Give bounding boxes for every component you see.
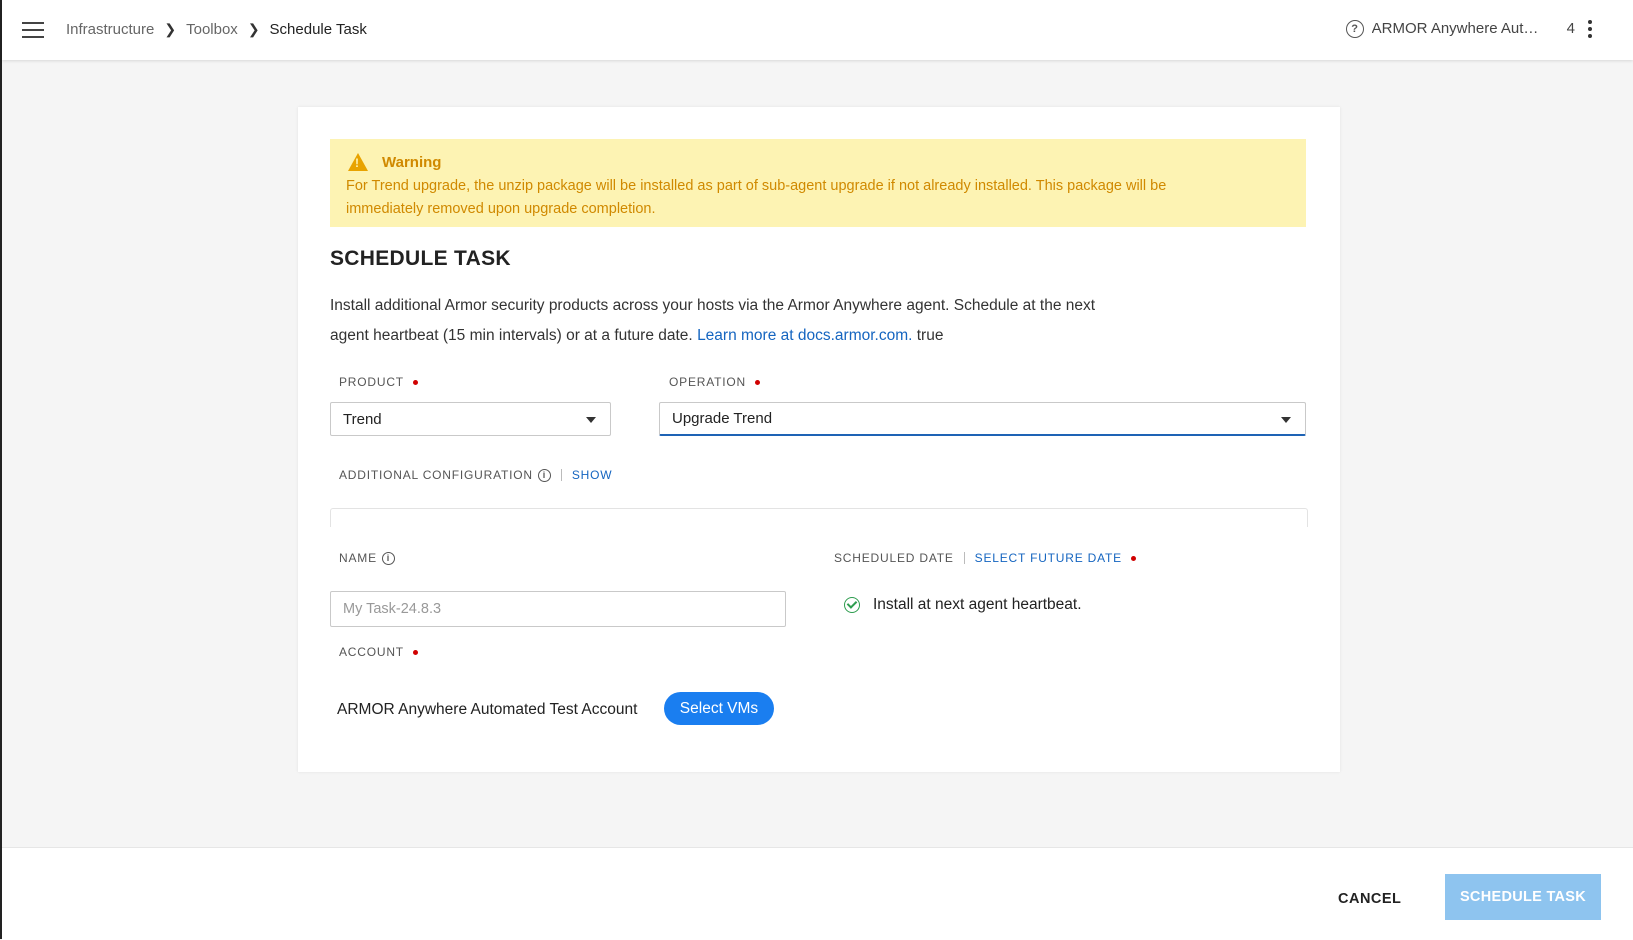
- name-label: NAME i: [339, 551, 395, 565]
- chevron-right-icon: ❯: [247, 21, 260, 37]
- operation-label-text: OPERATION: [669, 375, 746, 389]
- header-right: ? ARMOR Anywhere Automated Test Account …: [1345, 18, 1593, 39]
- breadcrumb-toolbox[interactable]: Toolbox: [186, 21, 238, 38]
- breadcrumb-infrastructure[interactable]: Infrastructure: [66, 21, 154, 38]
- notification-count[interactable]: 4: [1567, 20, 1575, 37]
- product-label-text: PRODUCT: [339, 375, 404, 389]
- required-indicator: [755, 379, 760, 385]
- additional-config-label-text: ADDITIONAL CONFIGURATION: [339, 468, 533, 482]
- hamburger-menu-icon[interactable]: [22, 22, 44, 38]
- task-name-input[interactable]: [330, 591, 786, 627]
- operation-select[interactable]: Upgrade Trend: [659, 402, 1306, 436]
- select-vms-button[interactable]: Select VMs: [664, 692, 774, 725]
- breadcrumb: Infrastructure ❯ Toolbox ❯ Schedule Task: [66, 21, 367, 38]
- check-circle-icon: [844, 597, 860, 613]
- schedule-task-button[interactable]: SCHEDULE TASK: [1445, 874, 1601, 920]
- footer-bar: CANCEL SCHEDULE TASK: [2, 847, 1633, 940]
- required-indicator: [412, 649, 418, 655]
- warning-icon: [348, 153, 368, 171]
- product-label: PRODUCT: [339, 375, 418, 389]
- warning-title: Warning: [348, 153, 441, 171]
- dropdown-caret-icon: [586, 417, 596, 423]
- schedule-task-card: Warning For Trend upgrade, the unzip pac…: [298, 107, 1340, 772]
- account-label: ACCOUNT: [339, 645, 418, 659]
- breadcrumb-current: Schedule Task: [269, 21, 367, 38]
- description-trailing: true: [916, 327, 944, 344]
- window-left-border: [0, 0, 2, 939]
- select-future-date-link[interactable]: SELECT FUTURE DATE: [975, 551, 1122, 565]
- show-config-link[interactable]: SHOW: [572, 468, 613, 482]
- required-indicator: [412, 379, 418, 385]
- heartbeat-text: Install at next agent heartbeat.: [873, 596, 1082, 613]
- account-label-text: ACCOUNT: [339, 645, 404, 659]
- help-icon[interactable]: ?: [1345, 19, 1364, 38]
- warning-banner: Warning For Trend upgrade, the unzip pac…: [330, 139, 1306, 227]
- page-description: Install additional Armor security produc…: [330, 291, 1130, 351]
- cancel-button[interactable]: CANCEL: [1332, 890, 1407, 908]
- scheduled-date-label: SCHEDULED DATE SELECT FUTURE DATE: [834, 551, 1136, 565]
- product-select-value: Trend: [343, 410, 382, 428]
- info-icon[interactable]: i: [381, 551, 395, 565]
- info-icon[interactable]: i: [537, 468, 551, 482]
- top-bar: Infrastructure ❯ Toolbox ❯ Schedule Task…: [2, 0, 1633, 60]
- divider: [560, 469, 562, 481]
- scheduled-date-label-text: SCHEDULED DATE: [834, 551, 954, 565]
- additional-config-panel: [330, 508, 1308, 527]
- required-indicator: [1130, 555, 1136, 561]
- name-label-text: NAME: [339, 551, 377, 565]
- warning-title-text: Warning: [382, 153, 442, 171]
- operation-select-value: Upgrade Trend: [672, 410, 773, 427]
- more-options-icon[interactable]: [1587, 18, 1593, 39]
- account-value: ARMOR Anywhere Automated Test Account: [337, 701, 638, 718]
- additional-config-label: ADDITIONAL CONFIGURATION i SHOW: [339, 468, 612, 482]
- account-switcher[interactable]: ARMOR Anywhere Automated Test Account: [1372, 20, 1547, 37]
- product-select[interactable]: Trend: [330, 402, 611, 436]
- dropdown-caret-icon: [1281, 417, 1291, 423]
- warning-message: For Trend upgrade, the unzip package wil…: [346, 178, 1167, 217]
- learn-more-link[interactable]: Learn more at docs.armor.com.: [697, 327, 912, 344]
- divider: [963, 552, 965, 564]
- heartbeat-option: Install at next agent heartbeat.: [844, 596, 1082, 614]
- page-title: SCHEDULE TASK: [330, 247, 511, 270]
- chevron-right-icon: ❯: [164, 21, 177, 37]
- operation-label: OPERATION: [669, 375, 760, 389]
